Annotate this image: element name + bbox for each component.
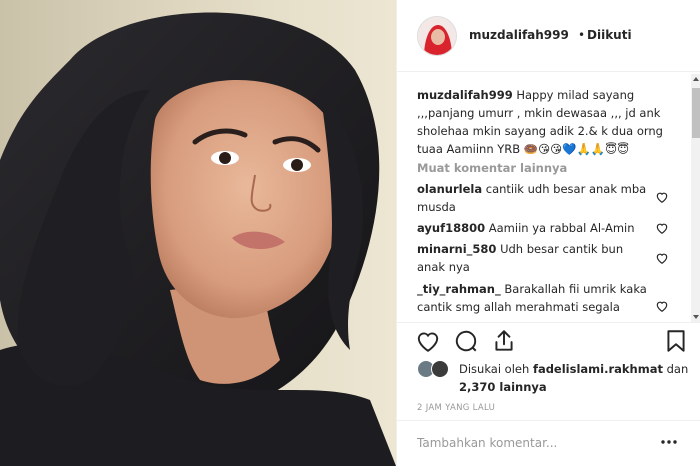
action-bar [397,322,700,356]
comment-like-heart-icon[interactable] [655,221,669,235]
liker-avatar[interactable] [431,360,449,378]
add-comment-bar [397,420,700,466]
comment-item: olanurlela cantiik udh besar anak mba mu… [417,180,647,216]
avatar[interactable] [417,16,457,56]
header-username[interactable]: muzdalifah999 [469,28,569,42]
post-timestamp[interactable]: 2 JAM YANG LALU [417,403,495,413]
load-more-comments-link[interactable]: Muat komentar lainnya [417,161,567,175]
portrait-illustration [0,12,396,466]
comment-username[interactable]: minarni_580 [417,242,496,256]
comment-item: minarni_580 Udh besar cantik bun anak ny… [417,240,647,276]
comment-text: Aamiin ya rabbal Al-Amin [488,221,635,235]
heart-icon[interactable] [415,328,441,354]
likes-summary: Disukai oleh fadelislami.rakhmat dan 2,3… [417,360,688,396]
likes-count-link[interactable]: 2,370 lainnya [459,380,547,394]
comments-scrollbar[interactable] [691,74,700,322]
post-photo[interactable] [0,0,396,466]
instagram-post-view: muzdalifah999 • Diikuti muzdalifah999 Ha… [0,0,700,466]
follow-status-button[interactable]: Diikuti [587,28,632,42]
likes-prefix: Disukai oleh [459,362,530,376]
scroll-up-arrow-icon[interactable] [691,74,700,84]
comment-item: ayuf18800 Aamiin ya rabbal Al-Amin [417,219,647,237]
comment-like-heart-icon[interactable] [655,251,669,265]
post-header: muzdalifah999 • Diikuti [397,0,700,72]
comment-username[interactable]: ayuf18800 [417,221,485,235]
header-separator: • [578,28,586,42]
likes-user-link[interactable]: fadelislami.rakhmat [533,362,663,376]
comment-icon[interactable] [453,328,479,354]
likes-joiner: dan [666,362,689,376]
comment-like-heart-icon[interactable] [655,299,669,313]
share-icon[interactable] [491,328,517,354]
post-side-panel: muzdalifah999 • Diikuti muzdalifah999 Ha… [396,0,700,466]
caption-username[interactable]: muzdalifah999 [417,88,513,102]
caption: muzdalifah999 Happy milad sayang ,,,panj… [417,86,683,158]
scroll-down-arrow-icon[interactable] [691,312,700,322]
bookmark-icon[interactable] [663,328,689,354]
likes-text: Disukai oleh fadelislami.rakhmat dan 2,3… [459,360,691,396]
more-dots-icon[interactable] [659,435,679,449]
comment-username[interactable]: _tiy_rahman_ [417,282,501,296]
comment-like-heart-icon[interactable] [655,190,669,204]
scrollbar-thumb[interactable] [692,88,700,138]
comments-section: muzdalifah999 Happy milad sayang ,,,panj… [397,80,693,320]
avatar-image [418,17,456,55]
comment-item: _tiy_rahman_ Barakallah fii umrik kaka c… [417,280,647,316]
comment-username[interactable]: olanurlela [417,182,482,196]
add-comment-input[interactable] [417,433,637,453]
